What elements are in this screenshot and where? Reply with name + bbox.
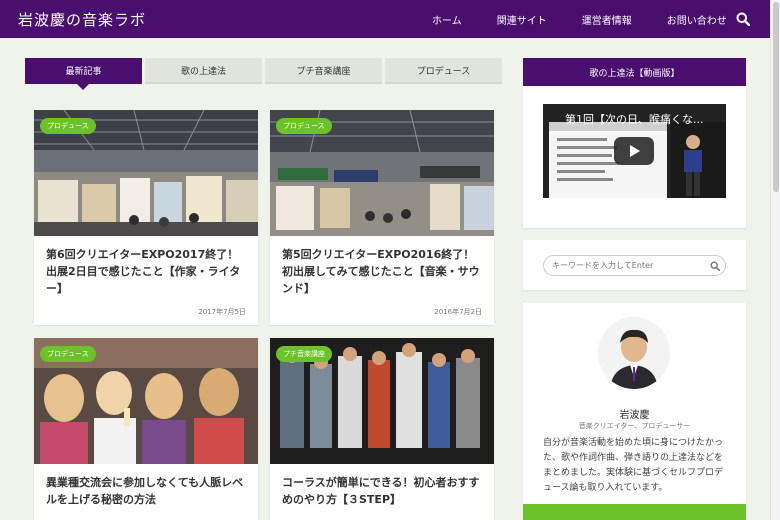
video-title[interactable]: 第1回【次の日、喉痛くな... [565, 111, 704, 127]
article-tabs: 最新記事 歌の上達法 プチ音楽講座 プロデュース [25, 58, 505, 90]
nav-related-sites[interactable]: 関連サイト [497, 12, 547, 27]
category-badge[interactable]: プロデュース [40, 346, 96, 362]
page-scrollbar[interactable] [770, 0, 780, 520]
tab-latest[interactable]: 最新記事 [25, 58, 142, 90]
article-thumbnail[interactable]: プチ音楽講座 [270, 338, 494, 464]
profile-widget: 岩波慶 音楽クリエイター、プロデューサー 自分が音楽活動を始めた頃に身につけたか… [523, 303, 746, 520]
search-icon[interactable] [710, 261, 720, 271]
follow-button[interactable] [523, 504, 746, 520]
profile-role: 音楽クリエイター、プロデューサー [578, 422, 691, 430]
article-thumbnail[interactable]: プロデュース [34, 338, 258, 464]
tab-produce[interactable]: プロデュース [385, 58, 502, 84]
widget-heading: 歌の上達法【動画版】 [523, 58, 746, 86]
nav-about[interactable]: 運営者情報 [582, 12, 632, 27]
avatar [598, 317, 670, 389]
article-title[interactable]: 第5回クリエイターEXPO2016終了！初出展してみて感じたこと【音楽・サウンド… [270, 236, 494, 297]
site-title[interactable]: 岩波慶の音楽ラボ [18, 9, 146, 30]
article-title[interactable]: 第6回クリエイターEXPO2017終了！出展2日目で感じたこと【作家・ライター】 [34, 236, 258, 297]
profile-bio: 自分が音楽活動を始めた頃に身につけたかった、歌や作詞作曲、弾き語りの上達法などを… [543, 438, 724, 493]
article-card[interactable]: プロデュース 第6回クリエイターEXPO2017終了！出展2日目で感じたこと【作… [34, 110, 258, 325]
main-nav: ホーム 関連サイト 運営者情報 お問い合わせ [432, 0, 762, 38]
youtube-video[interactable]: 第1回【次の日、喉痛くな... [543, 104, 726, 198]
nav-home[interactable]: ホーム [432, 12, 462, 27]
nav-contact[interactable]: お問い合わせ [667, 12, 727, 27]
category-badge[interactable]: プロデュース [40, 118, 96, 134]
article-card[interactable]: プチ音楽講座 コーラスが簡単にできる！初心者おすすめのやり方【３STEP】 [270, 338, 494, 520]
article-card[interactable]: プロデュース 異業種交流会に参加しなくても人脈レベルを上げる秘密の方法 [34, 338, 258, 520]
tab-label: プチ音楽講座 [296, 66, 351, 77]
tab-label: 最新記事 [65, 66, 102, 77]
play-icon[interactable] [614, 137, 654, 165]
search-input[interactable] [543, 255, 726, 276]
scroll-thumb[interactable] [773, 2, 779, 192]
video-widget: 歌の上達法【動画版】 第1回【次の日、喉痛くな... [523, 58, 746, 228]
search-icon[interactable] [736, 12, 750, 26]
category-badge[interactable]: プロデュース [276, 118, 332, 134]
tab-singing[interactable]: 歌の上達法 [145, 58, 262, 84]
site-header: 岩波慶の音楽ラボ ホーム 関連サイト 運営者情報 お問い合わせ [0, 0, 770, 38]
article-title[interactable]: コーラスが簡単にできる！初心者おすすめのやり方【３STEP】 [270, 464, 494, 508]
article-date: 2017年7月5日 [198, 308, 246, 316]
tab-label: 歌の上達法 [180, 66, 226, 77]
tab-music-lessons[interactable]: プチ音楽講座 [265, 58, 382, 84]
tab-label: プロデュース [416, 66, 471, 77]
search-widget [523, 240, 746, 290]
article-thumbnail[interactable]: プロデュース [34, 110, 258, 236]
active-tab-pointer [77, 84, 89, 90]
article-thumbnail[interactable]: プロデュース [270, 110, 494, 236]
article-card[interactable]: プロデュース 第5回クリエイターEXPO2016終了！初出展してみて感じたこと【… [270, 110, 494, 325]
article-title[interactable]: 異業種交流会に参加しなくても人脈レベルを上げる秘密の方法 [34, 464, 258, 508]
article-date: 2016年7月2日 [434, 308, 482, 316]
profile-name: 岩波慶 [619, 410, 650, 421]
category-badge[interactable]: プチ音楽講座 [276, 346, 332, 362]
